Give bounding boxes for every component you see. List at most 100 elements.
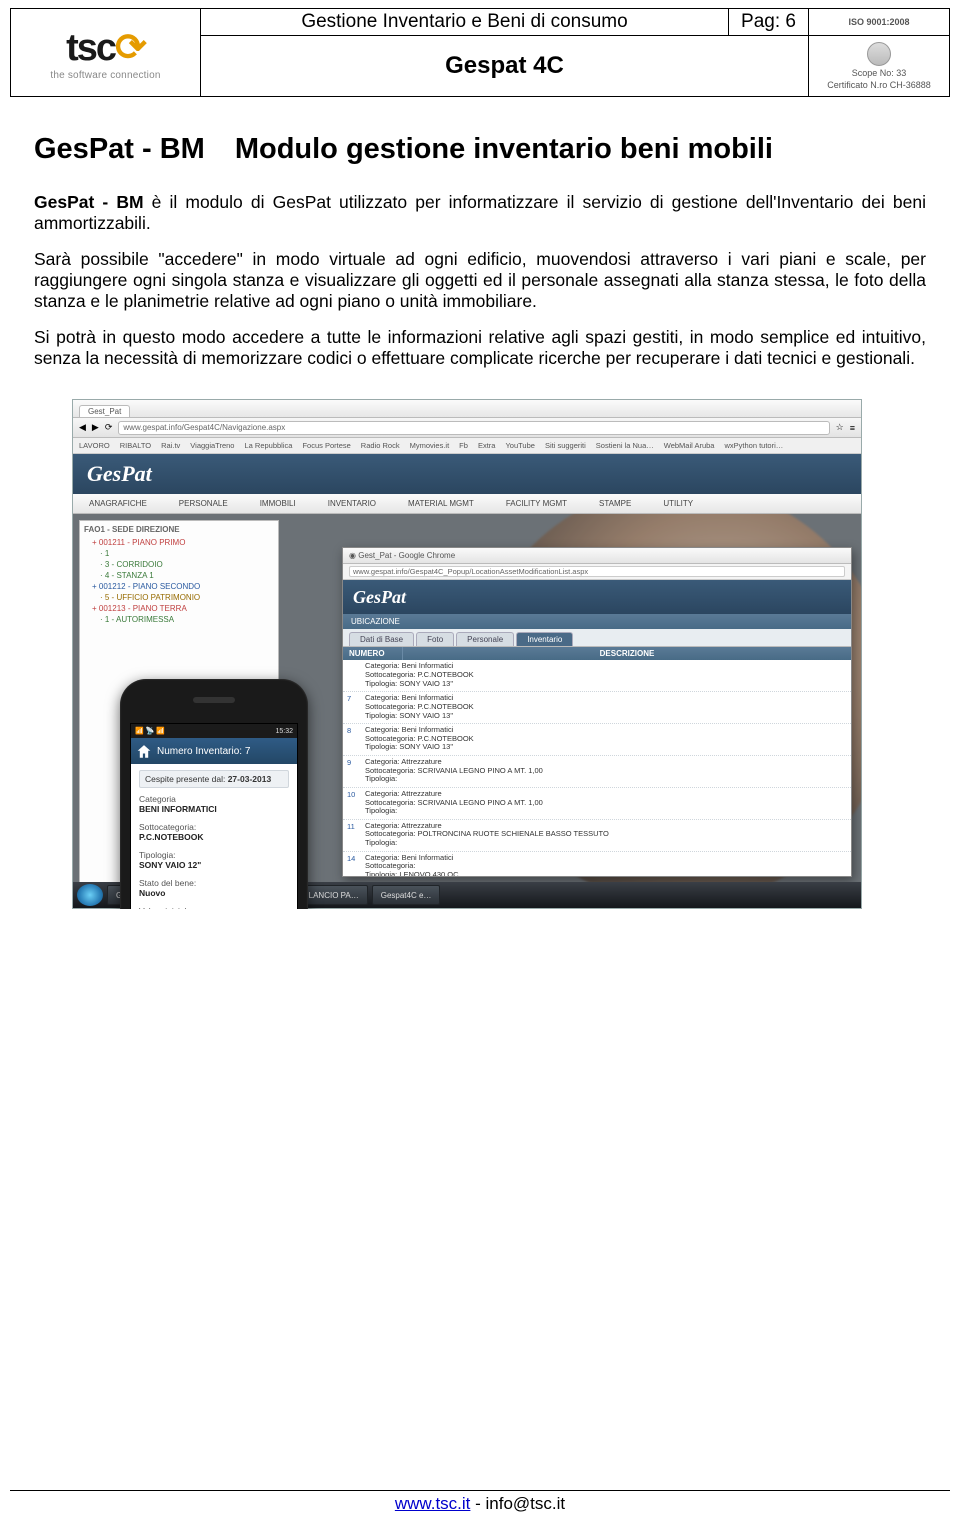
tree-node[interactable]: · 4 - STANZA 1 — [92, 570, 276, 581]
bookmark-item[interactable]: Fb — [459, 441, 468, 450]
tree-title: FAO1 - SEDE DIREZIONE — [82, 525, 276, 534]
phone-field-value: P.C.NOTEBOOK — [139, 832, 289, 842]
doc-title: Gestione Inventario e Beni di consumo — [201, 9, 729, 35]
presente-label: Cespite presente dal: — [145, 774, 225, 784]
bookmark-item[interactable]: Focus Portese — [302, 441, 350, 450]
phone-header-text: Numero Inventario: 7 — [157, 746, 250, 757]
bookmark-item[interactable]: Mymovies.it — [410, 441, 450, 450]
reload-icon[interactable]: ⟳ — [105, 422, 113, 433]
tree-node[interactable]: · 1 - AUTORIMESSA — [92, 614, 276, 625]
taskbar-item[interactable]: Gespat4C e… — [372, 885, 441, 905]
app-menu-bar[interactable]: ANAGRAFICHEPERSONALEIMMOBILIINVENTARIOMA… — [73, 494, 861, 514]
popup-title: Gest_Pat - Google Chrome — [358, 551, 455, 560]
row-desc: Categoria: Beni InformaticiSottocategori… — [365, 662, 474, 688]
app-menu-item[interactable]: INVENTARIO — [312, 499, 392, 508]
footer-email: info@tsc.it — [486, 1494, 566, 1513]
app-menu-item[interactable]: ANAGRAFICHE — [73, 499, 163, 508]
logo-text: tsc — [66, 27, 115, 69]
app-menu-item[interactable]: STAMPE — [583, 499, 647, 508]
row-desc: Categoria: Beni InformaticiSottocategori… — [365, 694, 474, 720]
menu-icon[interactable]: ≡ — [850, 423, 855, 433]
phone-app-header[interactable]: Numero Inventario: 7 — [131, 738, 297, 764]
row-desc: Categoria: AttrezzatureSottocategoria: P… — [365, 822, 609, 848]
bookmark-item[interactable]: WebMail Aruba — [664, 441, 715, 450]
bookmark-item[interactable]: wxPython tutori… — [724, 441, 783, 450]
table-row[interactable]: 11Categoria: AttrezzatureSottocategoria:… — [343, 820, 851, 852]
cert-label: Certificato N.ro CH-36888 — [827, 80, 931, 90]
heading-main: Modulo gestione inventario beni mobili — [235, 133, 773, 166]
document-body: GesPat - BM Modulo gestione inventario b… — [0, 97, 960, 369]
bookmark-item[interactable]: YouTube — [505, 441, 534, 450]
tree-node[interactable]: · 1 — [92, 548, 276, 559]
phone-field-label: Stato del bene: — [139, 878, 289, 888]
popup-window: ◉ Gest_Pat - Google Chrome www.gespat.in… — [342, 547, 852, 877]
col-numero: NUMERO — [343, 647, 403, 660]
popup-tabs[interactable]: Dati di BaseFotoPersonaleInventario — [343, 629, 851, 647]
bookmark-item[interactable]: Sostieni la Nua… — [596, 441, 654, 450]
bookmark-item[interactable]: ViaggiaTreno — [190, 441, 234, 450]
app-menu-item[interactable]: UTILITY — [647, 499, 709, 508]
bookmark-item[interactable]: LAVORO — [79, 441, 110, 450]
popup-address-bar[interactable]: www.gespat.info/Gespat4C_Popup/LocationA… — [349, 566, 845, 577]
phone-screen: 📶 📡 📶 15:32 Numero Inventario: 7 Cespite… — [130, 723, 298, 909]
phone-field-label: Categoria — [139, 794, 289, 804]
popup-titlebar[interactable]: ◉ Gest_Pat - Google Chrome — [343, 548, 851, 564]
bookmark-item[interactable]: Rai.tv — [161, 441, 180, 450]
bookmark-item[interactable]: Extra — [478, 441, 496, 450]
phone-field-value: Nuovo — [139, 888, 289, 898]
bookmark-item[interactable]: RIBALTO — [120, 441, 151, 450]
logo-cell: tsc⟳ the software connection — [11, 9, 201, 96]
tree-node[interactable]: · 5 - UFFICIO PATRIMONIO — [92, 592, 276, 603]
row-desc: Categoria: Beni InformaticiSottocategori… — [365, 726, 474, 752]
bookmark-star-icon[interactable]: ☆ — [836, 422, 844, 433]
row-desc: Categoria: AttrezzatureSottocategoria: S… — [365, 790, 543, 816]
row-number: 10 — [347, 790, 365, 799]
row-number: 9 — [347, 758, 365, 767]
iso-label: ISO 9001:2008 — [848, 17, 909, 27]
home-icon[interactable] — [137, 744, 151, 758]
logo-swirl-icon: ⟳ — [115, 27, 145, 69]
paragraph-1: GesPat - BM è il modulo di GesPat utiliz… — [34, 192, 926, 235]
bookmark-item[interactable]: Siti suggeriti — [545, 441, 586, 450]
browser-tabstrip[interactable]: Gest_Pat — [73, 400, 861, 418]
row-desc: Categoria: AttrezzatureSottocategoria: S… — [365, 758, 543, 784]
p1-rest: è il modulo di GesPat utilizzato per inf… — [34, 192, 926, 233]
table-row[interactable]: 8Categoria: Beni InformaticiSottocategor… — [343, 724, 851, 756]
nav-back-icon[interactable]: ◀ — [79, 422, 86, 433]
phone-status-bar: 📶 📡 📶 15:32 — [131, 724, 297, 738]
tree-node[interactable]: + 001211 - PIANO PRIMO — [92, 537, 276, 548]
phone-body: Cespite presente dal: 27-03-2013 Categor… — [131, 764, 297, 909]
tree-node[interactable]: · 3 - CORRIDOIO — [92, 559, 276, 570]
bookmark-item[interactable]: Radio Rock — [361, 441, 400, 450]
start-button-icon[interactable] — [77, 884, 103, 906]
table-row[interactable]: 7Categoria: Beni InformaticiSottocategor… — [343, 692, 851, 724]
app-banner: GesPat — [73, 454, 861, 494]
row-desc: Categoria: Beni InformaticiSottocategori… — [365, 854, 459, 877]
app-menu-item[interactable]: PERSONALE — [163, 499, 244, 508]
address-bar[interactable]: www.gespat.info/Gespat4C/Navigazione.asp… — [118, 421, 829, 435]
popup-tab[interactable]: Foto — [416, 632, 454, 646]
table-row[interactable]: 14Categoria: Beni InformaticiSottocatego… — [343, 852, 851, 877]
col-descrizione: DESCRIZIONE — [403, 647, 851, 660]
row-number: 11 — [347, 822, 365, 831]
app-name: GesPat — [87, 461, 152, 487]
footer-url[interactable]: www.tsc.it — [395, 1494, 471, 1513]
app-menu-item[interactable]: MATERIAL MGMT — [392, 499, 490, 508]
status-icons-left: 📶 📡 📶 — [135, 727, 165, 735]
tree-node[interactable]: + 001212 - PIANO SECONDO — [92, 581, 276, 592]
tree-node[interactable]: + 001213 - PIANO TERRA — [92, 603, 276, 614]
table-row[interactable]: 9Categoria: AttrezzatureSottocategoria: … — [343, 756, 851, 788]
table-row[interactable]: Categoria: Beni InformaticiSottocategori… — [343, 660, 851, 692]
nav-fwd-icon[interactable]: ▶ — [92, 422, 99, 433]
popup-tab[interactable]: Inventario — [516, 632, 573, 646]
p1-lead: GesPat - BM — [34, 192, 144, 212]
browser-tab[interactable]: Gest_Pat — [79, 405, 130, 417]
bookmark-item[interactable]: La Repubblica — [244, 441, 292, 450]
bookmarks-bar[interactable]: LAVORO RIBALTO Rai.tv ViaggiaTreno La Repubb… — [73, 438, 861, 454]
popup-table: NUMERO DESCRIZIONE Categoria: Beni Infor… — [343, 647, 851, 876]
popup-tab[interactable]: Personale — [456, 632, 514, 646]
table-row[interactable]: 10Categoria: AttrezzatureSottocategoria:… — [343, 788, 851, 820]
app-menu-item[interactable]: IMMOBILI — [244, 499, 312, 508]
popup-tab[interactable]: Dati di Base — [349, 632, 414, 646]
app-menu-item[interactable]: FACILITY MGMT — [490, 499, 583, 508]
